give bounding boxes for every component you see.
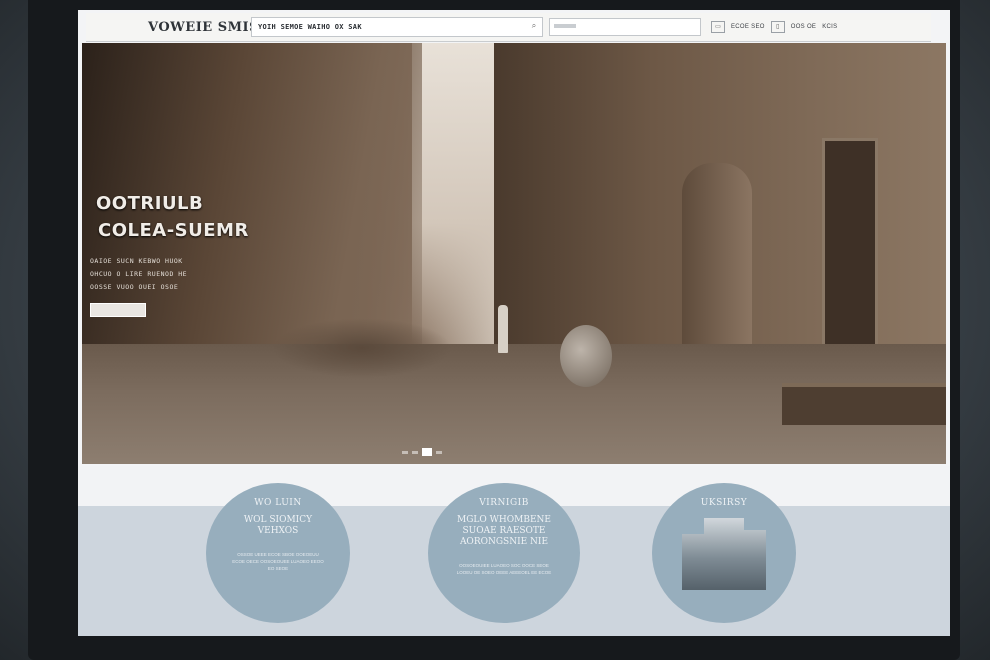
hero-title-line-2: COLEA-SUEMR xyxy=(98,220,249,241)
carousel-dot[interactable] xyxy=(436,450,442,454)
hero-door xyxy=(822,138,878,374)
carousel-dot-active[interactable] xyxy=(422,448,432,456)
hero-copy: OOTRIULB COLEA-SUEMR OAIOE SUCN KEBWO HU… xyxy=(90,193,290,317)
hero-rubble xyxy=(272,318,452,378)
carousel-pager xyxy=(402,448,442,456)
castle-image xyxy=(682,518,766,590)
monitor-frame: VOWEIE SMIS YOIH SEMOE WAIHO OX SAK ⌕ ▭ … xyxy=(28,0,960,660)
hero-barrel xyxy=(560,325,612,387)
feature-card-2[interactable]: VIRNIGIB MGLO WHOMBENE SUOAE RAESOTE AOR… xyxy=(428,483,580,623)
search-icon[interactable]: ⌕ xyxy=(529,21,539,31)
search-input-value: YOIH SEMOE WAIHO OX SAK xyxy=(258,23,362,31)
filter-placeholder-bar xyxy=(554,24,576,28)
nav-link-3[interactable]: KCIS xyxy=(822,24,837,30)
feature-card-1[interactable]: WO LUIN WOL SIOMICY VEHXOS OSSOE UEEE EC… xyxy=(206,483,350,623)
top-nav: VOWEIE SMIS YOIH SEMOE WAIHO OX SAK ⌕ ▭ … xyxy=(86,13,931,42)
feature-card-subtitle: MGLO WHOMBENE SUOAE RAESOTE AORONGSNIE N… xyxy=(457,515,551,547)
feature-card-body: OSSOE UEEE ECOE SBOE OOEOEUU ECOE OECE O… xyxy=(232,552,324,571)
nav-link-1[interactable]: ECOE SEO xyxy=(731,24,765,30)
filter-input[interactable] xyxy=(549,18,701,36)
cart-icon[interactable]: ▭ xyxy=(711,21,725,33)
hero-subtitle-line-3: OOSSE VUOO OUEI OSOE xyxy=(90,283,179,291)
hero-subtitle-line-1: OAIOE SUCN KEBWO HUOK xyxy=(90,257,183,265)
hero-subtitle-line-2: OHCUO O LIRE RUENOD HE xyxy=(90,270,188,278)
hero-banner: OOTRIULB COLEA-SUEMR OAIOE SUCN KEBWO HU… xyxy=(82,43,946,464)
hero-figure xyxy=(498,305,508,353)
site-logo-text: VOWEIE SMIS xyxy=(148,19,259,35)
nav-actions: ▭ ECOE SEO ▯ OOS OE KCIS xyxy=(711,21,837,33)
hero-bench xyxy=(782,383,946,425)
hero-arch xyxy=(682,163,752,363)
nav-link-2[interactable]: OOS OE xyxy=(791,24,816,30)
user-icon[interactable]: ▯ xyxy=(770,21,785,33)
hero-sky xyxy=(412,43,502,343)
search-input[interactable]: YOIH SEMOE WAIHO OX SAK ⌕ xyxy=(251,17,543,37)
site-logo[interactable]: VOWEIE SMIS xyxy=(86,20,258,35)
carousel-dot[interactable] xyxy=(412,450,418,454)
hero-title-line-1: OOTRIULB xyxy=(96,193,204,214)
feature-card-3[interactable]: UKSIRSY xyxy=(652,483,796,623)
hero-cta-button[interactable] xyxy=(90,303,146,317)
feature-card-body: OOSOEOUIEE LUAOEO SOC OOCE SEOE LOOEU OE… xyxy=(456,563,552,575)
webpage: VOWEIE SMIS YOIH SEMOE WAIHO OX SAK ⌕ ▭ … xyxy=(78,10,950,636)
carousel-dot[interactable] xyxy=(402,450,408,454)
feature-card-subtitle: WOL SIOMICY VEHXOS xyxy=(243,515,313,536)
